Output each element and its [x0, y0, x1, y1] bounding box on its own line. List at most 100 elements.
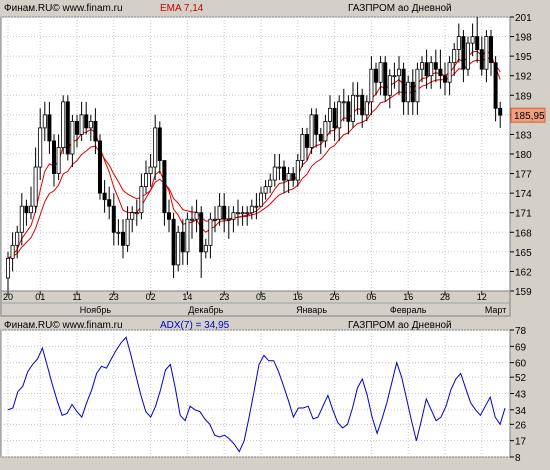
candle-body	[470, 36, 475, 44]
price-ytick-label: 162	[515, 267, 532, 278]
candle-body	[180, 231, 185, 253]
adx-ytick-label: 52	[515, 373, 527, 384]
candle-body	[396, 68, 401, 77]
candle-body	[364, 101, 369, 116]
last-price-value: 185,95	[514, 111, 545, 122]
candle-body	[56, 147, 61, 174]
price-ytick-label: 159	[515, 287, 532, 298]
price-ytick-label: 171	[515, 209, 532, 220]
price-xtick-label: 23	[219, 292, 229, 302]
candle-body	[222, 205, 227, 220]
price-ytick-label: 189	[515, 91, 532, 102]
candle-body	[268, 179, 273, 188]
candle-body	[277, 166, 282, 169]
candle-body	[235, 212, 240, 215]
candle-body	[309, 114, 314, 148]
price-ytick-label: 177	[515, 170, 532, 181]
candle-body	[286, 173, 291, 181]
candle-body	[171, 218, 176, 266]
candle-body	[327, 107, 332, 122]
candle-body	[121, 231, 126, 246]
adx-ytick-label: 78	[515, 326, 527, 337]
candle-body	[212, 218, 217, 221]
candle-body	[42, 114, 47, 129]
candle-body	[139, 186, 144, 214]
adx-ytick-label: 8	[515, 453, 521, 464]
candle	[176, 225, 181, 272]
candle-body	[291, 173, 296, 181]
candle-body	[199, 212, 204, 253]
candle-body	[488, 36, 493, 64]
candle-body	[84, 114, 89, 129]
candle	[61, 95, 66, 154]
candle-body	[465, 42, 470, 70]
candle-body	[456, 36, 461, 51]
price-instrument-label: ГАЗПРОМ ао Дневной	[348, 3, 452, 14]
candle-body	[143, 173, 148, 188]
price-xtick-label: 01	[35, 292, 45, 302]
candle-body	[341, 101, 346, 104]
candle-body	[38, 127, 43, 168]
candle-body	[240, 212, 245, 215]
candle-body	[419, 62, 424, 70]
candle-body	[369, 68, 374, 103]
candle-body	[415, 68, 420, 103]
candle	[383, 56, 388, 102]
candle-body	[217, 205, 222, 220]
adx-ytick-label: 34	[515, 406, 527, 417]
candle-body	[263, 186, 268, 194]
month-label: Декабрь	[188, 305, 223, 315]
candle-body	[304, 134, 309, 148]
candle-body	[125, 218, 130, 246]
month-label: Март	[485, 305, 507, 315]
candle-body	[272, 166, 277, 181]
candle-body	[61, 101, 66, 148]
candle-body	[406, 81, 411, 103]
candle-body	[258, 192, 263, 207]
candle-body	[350, 94, 355, 122]
candle-body	[424, 62, 429, 77]
candle-body	[281, 166, 286, 181]
adx-source-label: Финам.RU© www.finam.ru	[4, 320, 123, 331]
candle-body	[176, 231, 181, 266]
price-xtick-label: 12	[477, 292, 487, 302]
adx-ytick-label: 69	[515, 342, 527, 353]
price-xtick-label: 05	[256, 292, 266, 302]
candle-body	[498, 107, 503, 116]
price-ytick-label: 168	[515, 228, 532, 239]
price-xtick-label: 06	[366, 292, 376, 302]
price-ytick-label: 192	[515, 72, 532, 83]
candle-body	[337, 101, 342, 129]
candle-body	[387, 75, 392, 96]
month-label: Ноябрь	[80, 305, 112, 315]
price-ytick-label: 198	[515, 33, 532, 44]
price-ytick-label: 174	[515, 189, 532, 200]
candle-body	[166, 212, 171, 220]
candle-body	[107, 199, 112, 207]
candle-body	[378, 62, 383, 83]
candle-body	[153, 127, 158, 168]
chart-canvas: 1591621651681711741771801831861891921951…	[0, 0, 550, 464]
candle-body	[189, 218, 194, 221]
candle-body	[383, 62, 388, 96]
candle-body	[461, 36, 466, 70]
candle-body	[433, 62, 438, 70]
candle-body	[479, 49, 484, 70]
candle-body	[24, 205, 29, 214]
price-xtick-label: 28	[440, 292, 450, 302]
candle-body	[33, 166, 38, 207]
candle-body	[162, 160, 167, 214]
candle-body	[300, 134, 305, 161]
price-ytick-label: 195	[515, 52, 532, 63]
candle-body	[157, 127, 162, 161]
candle-body	[373, 68, 378, 83]
candle-body	[75, 120, 80, 135]
candle-body	[93, 120, 98, 142]
price-xtick-label: 16	[403, 292, 413, 302]
adx-ytick-label: 43	[515, 390, 527, 401]
candle-body	[185, 218, 190, 253]
candle-body	[484, 36, 489, 70]
candle	[98, 134, 103, 200]
candle-body	[429, 62, 434, 77]
price-ytick-label: 201	[515, 13, 532, 24]
